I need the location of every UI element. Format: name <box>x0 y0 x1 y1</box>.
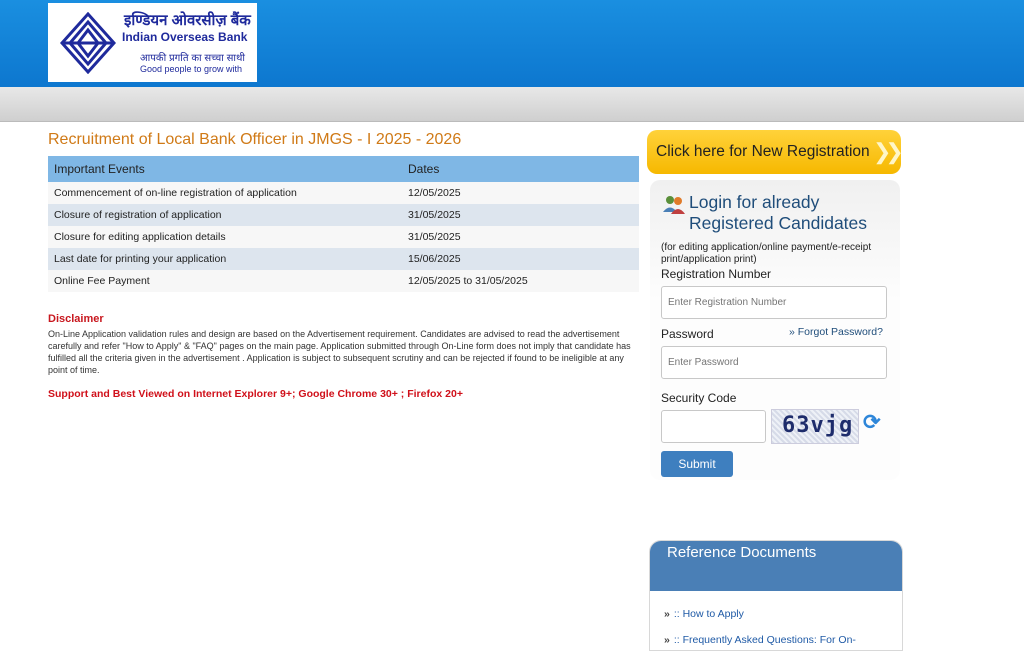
forgot-password-link[interactable]: » Forgot Password? <box>789 326 883 338</box>
login-title-line2: Registered Candidates <box>689 213 868 233</box>
table-header-row: Important Events Dates <box>48 156 639 182</box>
users-icon <box>663 196 685 214</box>
bank-logo[interactable]: इण्डियन ओवरसीज़ बैंक Indian Overseas Ban… <box>48 3 257 82</box>
event-cell: Closure of registration of application <box>48 204 402 226</box>
column-header-events: Important Events <box>48 156 402 182</box>
event-cell: Closure for editing application details <box>48 226 402 248</box>
important-events-table: Important Events Dates Commencement of o… <box>48 156 639 292</box>
new-registration-label: Click here for New Registration <box>656 143 870 160</box>
login-title-line1: Login for already <box>689 192 820 212</box>
date-cell: 12/05/2025 to 31/05/2025 <box>402 270 639 292</box>
page-title: Recruitment of Local Bank Officer in JMG… <box>48 131 462 148</box>
table-row: Closure for editing application details … <box>48 226 639 248</box>
column-header-dates: Dates <box>402 156 639 182</box>
table-row: Closure of registration of application 3… <box>48 204 639 226</box>
table-row: Online Fee Payment 12/05/2025 to 31/05/2… <box>48 270 639 292</box>
table-row: Last date for printing your application … <box>48 248 639 270</box>
date-cell: 15/06/2025 <box>402 248 639 270</box>
disclaimer-title: Disclaimer <box>48 313 104 325</box>
event-cell: Commencement of on-line registration of … <box>48 182 402 204</box>
login-panel: Login for already Registered Candidates … <box>650 180 900 480</box>
registration-number-input[interactable] <box>661 286 887 319</box>
double-chevron-right-icon: ❯❯ <box>873 139 904 164</box>
reference-documents-header: Reference Documents <box>650 541 902 591</box>
brand-name-hindi: इण्डियन ओवरसीज़ बैंक <box>124 12 251 29</box>
captcha-text: 63vjg <box>782 413 854 438</box>
security-code-label: Security Code <box>661 391 737 405</box>
event-cell: Online Fee Payment <box>48 270 402 292</box>
event-cell: Last date for printing your application <box>48 248 402 270</box>
double-chevron-icon: » <box>664 634 670 646</box>
reference-documents-title: Reference Documents <box>667 544 817 561</box>
login-note: (for editing application/online payment/… <box>661 242 872 265</box>
captcha-image: 63vjg <box>771 409 859 444</box>
reference-documents-panel: Reference Documents »:: How to Apply »::… <box>649 540 903 651</box>
reference-link-label: :: How to Apply <box>673 608 744 620</box>
new-registration-button[interactable]: Click here for New Registration ❯❯ <box>647 130 904 174</box>
disclaimer-text: On-Line Application validation rules and… <box>48 329 631 375</box>
table-row: Commencement of on-line registration of … <box>48 182 639 204</box>
reference-link-faq[interactable]: »:: Frequently Asked Questions: For On- <box>664 634 856 646</box>
reference-link-how-to-apply[interactable]: »:: How to Apply <box>664 608 744 620</box>
password-label: Password <box>661 327 714 341</box>
date-cell: 31/05/2025 <box>402 226 639 248</box>
site-header: इण्डियन ओवरसीज़ बैंक Indian Overseas Ban… <box>0 0 1024 87</box>
double-chevron-icon: » <box>789 326 798 338</box>
brand-tagline-english: Good people to grow with <box>140 64 243 74</box>
double-chevron-icon: » <box>664 608 670 620</box>
security-code-input[interactable] <box>661 410 766 443</box>
date-cell: 12/05/2025 <box>402 182 639 204</box>
brand-tagline-hindi: आपकी प्रगति का सच्चा साथी <box>140 53 245 64</box>
brand-name-english: Indian Overseas Bank <box>122 30 248 44</box>
refresh-icon[interactable]: ⟳ <box>863 410 881 435</box>
password-input[interactable] <box>661 346 887 379</box>
date-cell: 31/05/2025 <box>402 204 639 226</box>
forgot-password-label: Forgot Password? <box>797 326 883 338</box>
nav-bar <box>0 87 1024 122</box>
reference-link-label: :: Frequently Asked Questions: For On- <box>673 634 856 646</box>
registration-number-label: Registration Number <box>661 267 772 281</box>
browser-support-note: Support and Best Viewed on Internet Expl… <box>48 388 463 400</box>
iob-logo-icon <box>60 12 116 74</box>
submit-button[interactable]: Submit <box>661 451 733 477</box>
